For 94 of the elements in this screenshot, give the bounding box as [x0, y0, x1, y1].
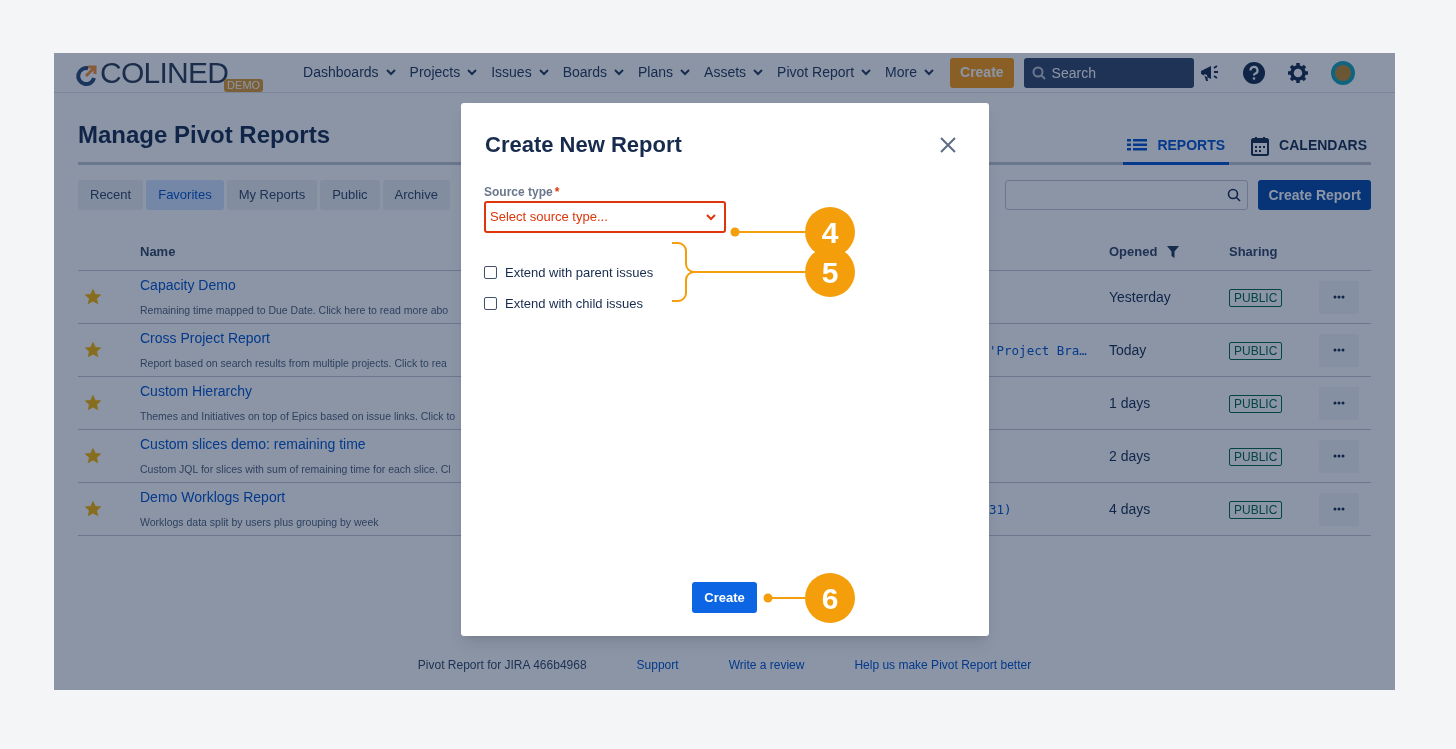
more-button[interactable]	[1319, 333, 1359, 367]
checkbox[interactable]	[484, 266, 497, 280]
star-icon[interactable]	[85, 289, 101, 305]
footer-link[interactable]: Help us make Pivot Report better	[854, 656, 1032, 674]
sharing-badge: PUBLIC	[1229, 342, 1283, 360]
more-icon	[1333, 454, 1345, 458]
query-text: 31)	[989, 502, 1012, 517]
report-description: Custom JQL for slices with sum of remaining time for each slice. Cl	[140, 462, 451, 477]
sharing-badge: PUBLIC	[1229, 395, 1283, 413]
opened-text: Yesterday	[1109, 289, 1171, 305]
star-icon[interactable]	[85, 395, 101, 411]
more-button[interactable]	[1319, 386, 1359, 420]
sharing-badge: PUBLIC	[1229, 501, 1283, 519]
checkbox-label: Extend with parent issues	[505, 264, 654, 282]
filter-tab[interactable]: Archive	[382, 180, 450, 210]
leader-line	[763, 593, 805, 603]
report-description: Themes and Initiatives on top of Epics based on issue links. Click to	[140, 409, 456, 424]
footer-link[interactable]: Write a review	[728, 656, 805, 674]
nav-menu[interactable]: Pivot Report	[777, 62, 872, 83]
nav-menu[interactable]: Boards	[562, 62, 624, 83]
list-icon	[1127, 137, 1148, 154]
source-type-select[interactable]: Select source type...	[484, 201, 726, 233]
sharing-badge: PUBLIC	[1229, 289, 1283, 307]
report-description: Remaining time mapped to Due Date. Click here to read more abo	[140, 303, 449, 318]
close-icon	[939, 136, 957, 154]
more-icon	[1333, 401, 1345, 405]
nav-menu[interactable]: Dashboards	[303, 62, 396, 83]
page-title: Manage Pivot Reports	[78, 120, 331, 150]
avatar[interactable]	[1331, 60, 1355, 85]
create-button[interactable]: Create	[692, 582, 757, 613]
opened-text: 1 days	[1109, 395, 1151, 411]
report-link[interactable]: Custom slices demo: remaining time	[140, 436, 366, 452]
filter-search-field[interactable]	[1005, 180, 1249, 210]
more-button[interactable]	[1319, 492, 1359, 526]
search-icon	[1227, 188, 1242, 202]
field-label: Source type	[484, 185, 553, 199]
caret-icon	[538, 69, 549, 76]
more-icon	[1333, 295, 1345, 299]
filter-tab[interactable]: Recent	[78, 180, 144, 210]
caret-icon	[924, 69, 934, 76]
column-header: Name	[140, 244, 176, 260]
close-button[interactable]	[939, 136, 957, 154]
column-header: Sharing	[1229, 244, 1278, 260]
view-tab[interactable]: CALENDARS	[1247, 135, 1371, 165]
opened-text: 2 days	[1109, 448, 1151, 464]
footer-link[interactable]: Support	[636, 656, 679, 674]
report-link[interactable]: Demo Worklogs Report	[140, 489, 286, 505]
report-link[interactable]: Cross Project Report	[140, 330, 270, 346]
nav-menu[interactable]: Issues	[491, 62, 549, 83]
star-icon[interactable]	[85, 342, 101, 358]
dialog-title: Create New Report	[485, 131, 682, 159]
view-tab[interactable]: REPORTS	[1123, 135, 1230, 165]
checkbox[interactable]	[484, 296, 497, 310]
caret-icon	[614, 69, 624, 76]
star-icon[interactable]	[85, 448, 101, 464]
chevron-icon	[706, 213, 716, 221]
nav-menu[interactable]: Projects	[409, 62, 478, 83]
nav-menu[interactable]: Assets	[704, 62, 764, 83]
more-button[interactable]	[1319, 280, 1359, 314]
checkbox-label: Extend with child issues	[505, 294, 643, 313]
report-link[interactable]: Custom Hierarchy	[140, 383, 253, 399]
more-icon	[1333, 348, 1345, 352]
report-description: Report based on search results from multiple projects. Click to rea	[140, 356, 447, 371]
opened-text: 4 days	[1109, 501, 1151, 517]
caret-icon	[861, 69, 872, 76]
filter-tab[interactable]: Favorites	[146, 180, 224, 210]
caret-icon	[467, 69, 478, 76]
more-icon	[1333, 507, 1345, 511]
settings-icon[interactable]	[1287, 61, 1309, 84]
filter-tab[interactable]: My Reports	[226, 180, 318, 210]
help-icon[interactable]	[1243, 61, 1265, 84]
caret-icon	[753, 69, 764, 76]
more-button[interactable]	[1319, 439, 1359, 473]
report-description: Worklogs data split by users plus grouping by week	[140, 515, 379, 530]
caret-icon	[680, 69, 691, 76]
required-marker: *	[554, 185, 560, 199]
caret-icon	[385, 69, 396, 76]
logo-icon	[74, 63, 98, 88]
megaphone-icon[interactable]	[1199, 62, 1221, 83]
column-header: Opened	[1109, 243, 1158, 262]
filter-icon[interactable]	[1167, 246, 1180, 258]
search-field[interactable]: Search	[1023, 57, 1194, 88]
query-text: 'Project Bra…	[989, 343, 1087, 358]
create-report-button[interactable]: Create Report	[1258, 180, 1371, 210]
nav-menu[interactable]: Plans	[638, 62, 691, 83]
search-icon	[1031, 65, 1046, 80]
filter-tab[interactable]: Public	[320, 180, 380, 210]
star-icon[interactable]	[85, 501, 101, 517]
calendar-icon	[1251, 135, 1270, 156]
sharing-badge: PUBLIC	[1229, 448, 1283, 466]
report-link[interactable]: Capacity Demo	[140, 277, 236, 293]
version-text: Pivot Report for JIRA 466b4968	[417, 657, 587, 674]
nav-menu[interactable]: More	[885, 62, 934, 83]
opened-text: Today	[1109, 342, 1147, 358]
